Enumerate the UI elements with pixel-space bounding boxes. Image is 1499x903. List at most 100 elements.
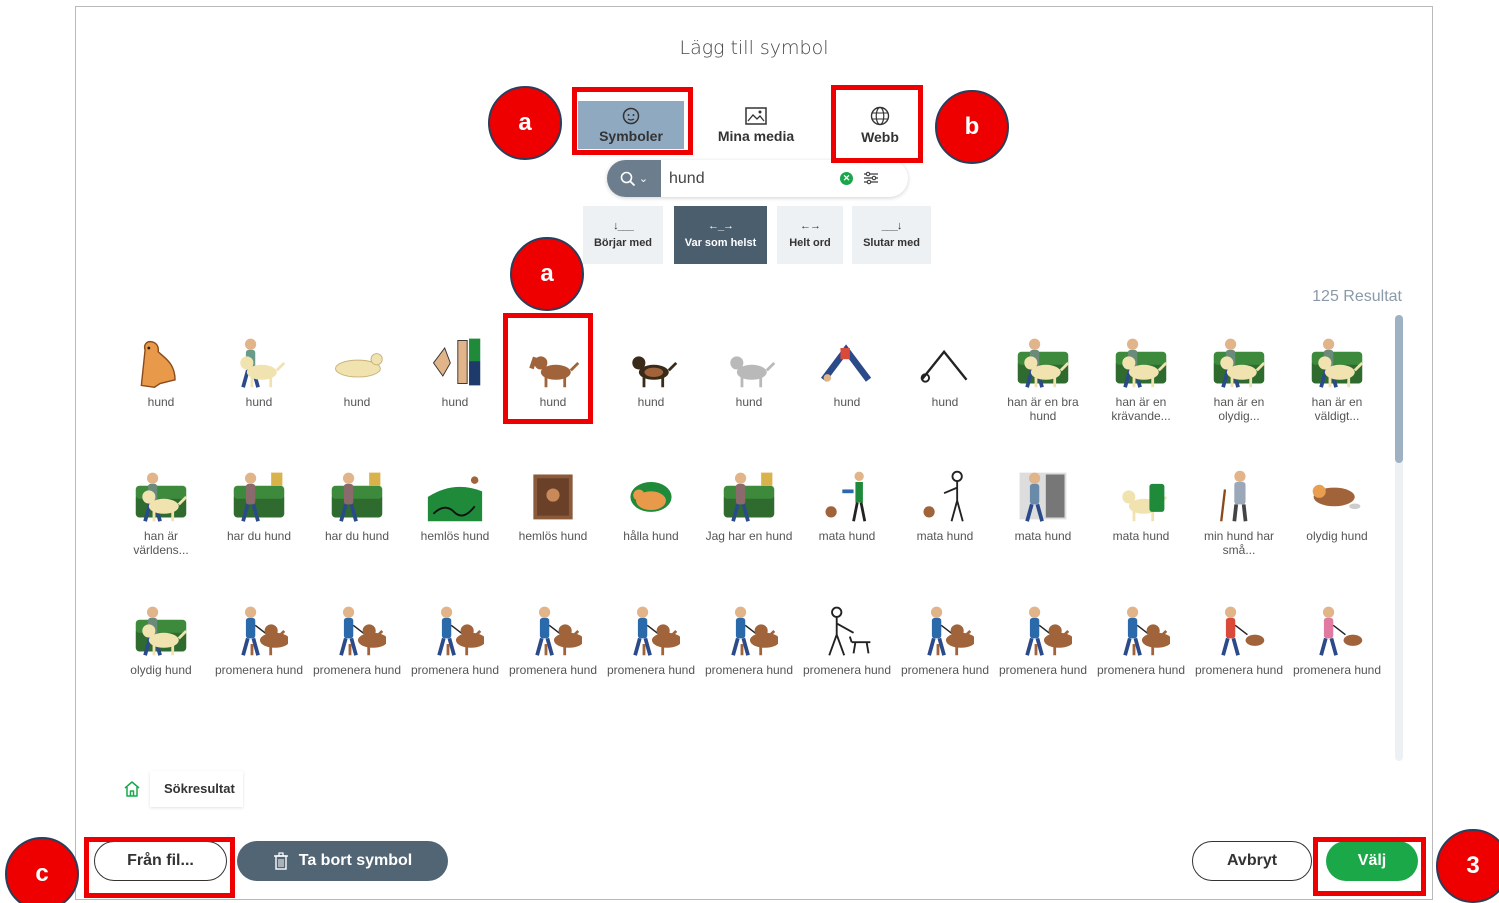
symbol-result[interactable]: promenera hund bbox=[700, 587, 798, 721]
symbol-result[interactable] bbox=[210, 721, 308, 759]
breadcrumb-home[interactable] bbox=[114, 771, 150, 807]
chevron-down-icon: ⌄ bbox=[638, 173, 649, 185]
symbol-label: promenera hund bbox=[704, 663, 794, 677]
symbol-result[interactable]: hund bbox=[602, 319, 700, 453]
delete-symbol-button[interactable]: Ta bort symbol bbox=[237, 841, 448, 881]
symbol-image bbox=[1306, 467, 1368, 525]
symbol-result[interactable]: promenera hund bbox=[1092, 587, 1190, 721]
symbol-result[interactable]: promenera hund bbox=[798, 587, 896, 721]
clear-search-icon[interactable]: ✕ bbox=[840, 172, 853, 185]
symbol-result[interactable] bbox=[1288, 721, 1386, 759]
filter-icon[interactable] bbox=[863, 171, 879, 185]
symbol-image bbox=[914, 735, 976, 759]
symbol-result[interactable]: hund bbox=[308, 319, 406, 453]
symbol-result[interactable]: han är en väldigt... bbox=[1288, 319, 1386, 453]
symbol-result[interactable]: promenera hund bbox=[1190, 587, 1288, 721]
symbol-image bbox=[1208, 735, 1270, 759]
cancel-button[interactable]: Avbryt bbox=[1192, 841, 1312, 881]
search-input[interactable] bbox=[669, 166, 829, 191]
breadcrumb-current: Sökresultat bbox=[150, 771, 243, 807]
symbol-result[interactable]: promenera hund bbox=[994, 587, 1092, 721]
scrollbar-thumb[interactable] bbox=[1395, 315, 1403, 463]
symbol-result[interactable]: promenera hund bbox=[1288, 587, 1386, 721]
symbol-label: hemlös hund bbox=[518, 529, 588, 543]
symbol-result[interactable]: har du hund bbox=[308, 453, 406, 587]
symbol-image bbox=[718, 333, 780, 391]
symbol-label: han är världens... bbox=[133, 529, 189, 557]
symbol-result[interactable]: promenera hund bbox=[602, 587, 700, 721]
symbol-image bbox=[620, 333, 682, 391]
search-options-button[interactable]: ⌄ bbox=[607, 160, 661, 197]
symbol-result[interactable] bbox=[406, 721, 504, 759]
symbol-label: hund bbox=[637, 395, 665, 409]
symbol-result[interactable]: olydig hund bbox=[112, 587, 210, 721]
symbol-label: promenera hund bbox=[312, 663, 402, 677]
mode-whole-word[interactable]: ←→ Helt ord bbox=[777, 206, 843, 264]
ends-with-icon: ___↓ bbox=[881, 220, 903, 232]
symbol-image bbox=[620, 467, 682, 525]
symbol-result[interactable]: mata hund bbox=[896, 453, 994, 587]
symbol-result[interactable]: har du hund bbox=[210, 453, 308, 587]
symbol-image bbox=[522, 601, 584, 659]
symbol-result[interactable]: han är en bra hund bbox=[994, 319, 1092, 453]
add-symbol-dialog: Lägg till symbol Symboler Mina media Web… bbox=[75, 6, 1433, 900]
symbol-result[interactable]: hund bbox=[798, 319, 896, 453]
symbol-image bbox=[326, 735, 388, 759]
mode-begins-with[interactable]: ↓___ Börjar med bbox=[583, 206, 663, 264]
symbol-image bbox=[914, 601, 976, 659]
symbol-label: hund bbox=[245, 395, 273, 409]
annotation-badge: a bbox=[488, 86, 562, 160]
symbol-result[interactable]: min hund har små... bbox=[1190, 453, 1288, 587]
symbol-result[interactable]: promenera hund bbox=[504, 587, 602, 721]
symbol-result[interactable]: mata hund bbox=[994, 453, 1092, 587]
symbol-result[interactable]: promenera hund bbox=[896, 587, 994, 721]
symbol-label: mata hund bbox=[818, 529, 876, 543]
symbol-label: hålla hund bbox=[623, 529, 679, 543]
symbol-result[interactable]: hemlös hund bbox=[504, 453, 602, 587]
results-scrollbar[interactable] bbox=[1395, 315, 1403, 761]
symbol-result[interactable]: promenera hund bbox=[210, 587, 308, 721]
symbol-result[interactable] bbox=[602, 721, 700, 759]
symbol-result[interactable]: promenera hund bbox=[406, 587, 504, 721]
symbol-label: promenera hund bbox=[1194, 663, 1284, 677]
symbol-result[interactable]: mata hund bbox=[1092, 453, 1190, 587]
symbol-result[interactable]: han är en krävande... bbox=[1092, 319, 1190, 453]
symbol-image bbox=[424, 467, 486, 525]
image-icon bbox=[745, 106, 767, 125]
symbol-result[interactable]: Jag har en hund bbox=[700, 453, 798, 587]
symbol-result[interactable] bbox=[308, 721, 406, 759]
symbol-result[interactable]: promenera hund bbox=[308, 587, 406, 721]
symbol-result[interactable]: hemlös hund bbox=[406, 453, 504, 587]
symbol-result[interactable] bbox=[1190, 721, 1288, 759]
tab-my-media[interactable]: Mina media bbox=[711, 101, 801, 149]
symbol-label: hund bbox=[147, 395, 175, 409]
symbol-result[interactable]: hund bbox=[700, 319, 798, 453]
symbol-result[interactable]: hålla hund bbox=[602, 453, 700, 587]
symbol-image bbox=[1012, 735, 1074, 759]
symbol-result[interactable]: hund bbox=[112, 319, 210, 453]
symbol-result[interactable]: han är världens... bbox=[112, 453, 210, 587]
symbol-result[interactable] bbox=[798, 721, 896, 759]
symbol-label: har du hund bbox=[226, 529, 292, 543]
anywhere-icon: ←_→ bbox=[707, 220, 734, 232]
symbol-result[interactable]: olydig hund bbox=[1288, 453, 1386, 587]
symbol-result[interactable] bbox=[896, 721, 994, 759]
symbol-result[interactable] bbox=[112, 721, 210, 759]
symbol-label: hund bbox=[931, 395, 959, 409]
symbol-result[interactable] bbox=[994, 721, 1092, 759]
symbol-result[interactable]: hund bbox=[210, 319, 308, 453]
symbol-result[interactable] bbox=[1092, 721, 1190, 759]
symbol-label: Jag har en hund bbox=[705, 529, 793, 543]
symbol-image bbox=[1012, 467, 1074, 525]
mode-label: Slutar med bbox=[863, 237, 920, 249]
highlight-from-file bbox=[84, 837, 235, 898]
mode-anywhere[interactable]: ←_→ Var som helst bbox=[674, 206, 767, 264]
mode-ends-with[interactable]: ___↓ Slutar med bbox=[852, 206, 931, 264]
symbol-result[interactable]: hund bbox=[896, 319, 994, 453]
symbol-result[interactable]: mata hund bbox=[798, 453, 896, 587]
symbol-result[interactable]: han är en olydig... bbox=[1190, 319, 1288, 453]
symbol-image bbox=[326, 333, 388, 391]
symbol-result[interactable] bbox=[504, 721, 602, 759]
symbol-result[interactable] bbox=[700, 721, 798, 759]
symbol-result[interactable]: hund bbox=[406, 319, 504, 453]
